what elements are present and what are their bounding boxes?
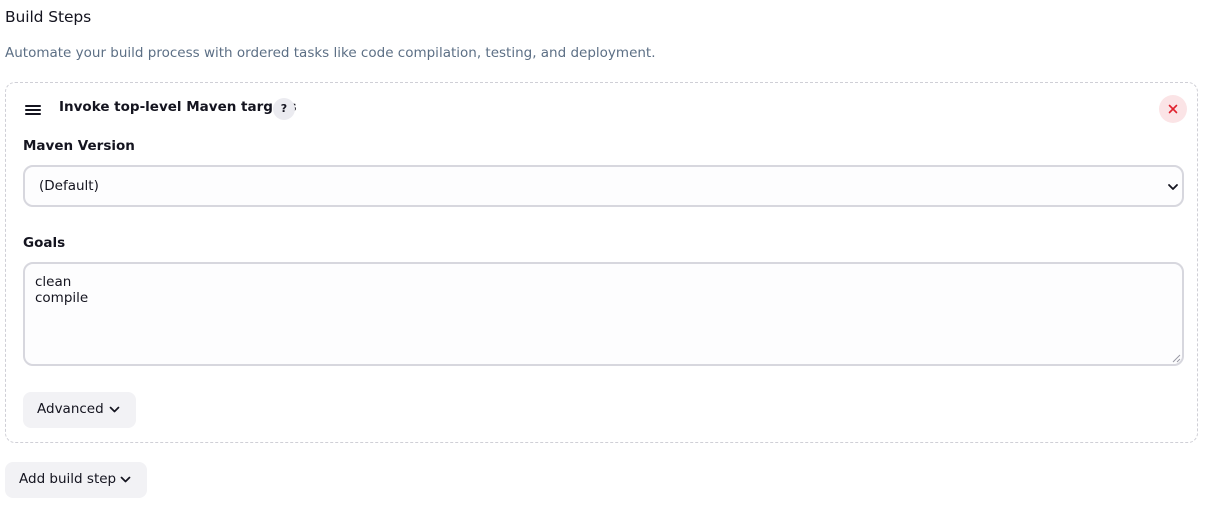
- chevron-down-icon: [109, 406, 120, 413]
- resize-grip-icon[interactable]: [1171, 353, 1181, 363]
- maven-version-label: Maven Version: [23, 138, 135, 154]
- build-step-card: Invoke top-level Maven targets ? Maven V…: [5, 82, 1198, 443]
- maven-version-value: (Default): [39, 178, 99, 194]
- help-icon[interactable]: ?: [273, 98, 295, 120]
- add-build-step-label: Add build step: [19, 471, 117, 487]
- goals-label: Goals: [23, 235, 66, 251]
- chevron-down-icon: [1168, 184, 1178, 190]
- advanced-button[interactable]: Advanced: [23, 392, 136, 428]
- delete-step-button[interactable]: [1159, 95, 1187, 123]
- build-steps-title: Build Steps: [5, 8, 92, 26]
- drag-handle-icon[interactable]: [25, 105, 41, 116]
- build-step-title: Invoke top-level Maven targets: [59, 99, 297, 115]
- goals-line: clean: [35, 274, 72, 290]
- advanced-label: Advanced: [37, 401, 104, 417]
- build-steps-description: Automate your build process with ordered…: [5, 45, 656, 61]
- goals-line: compile: [35, 290, 89, 306]
- goals-textarea[interactable]: clean compile: [23, 262, 1184, 366]
- close-icon: [1168, 104, 1178, 114]
- chevron-down-icon: [120, 476, 131, 483]
- maven-version-select[interactable]: (Default): [23, 165, 1184, 207]
- add-build-step-button[interactable]: Add build step: [5, 462, 147, 498]
